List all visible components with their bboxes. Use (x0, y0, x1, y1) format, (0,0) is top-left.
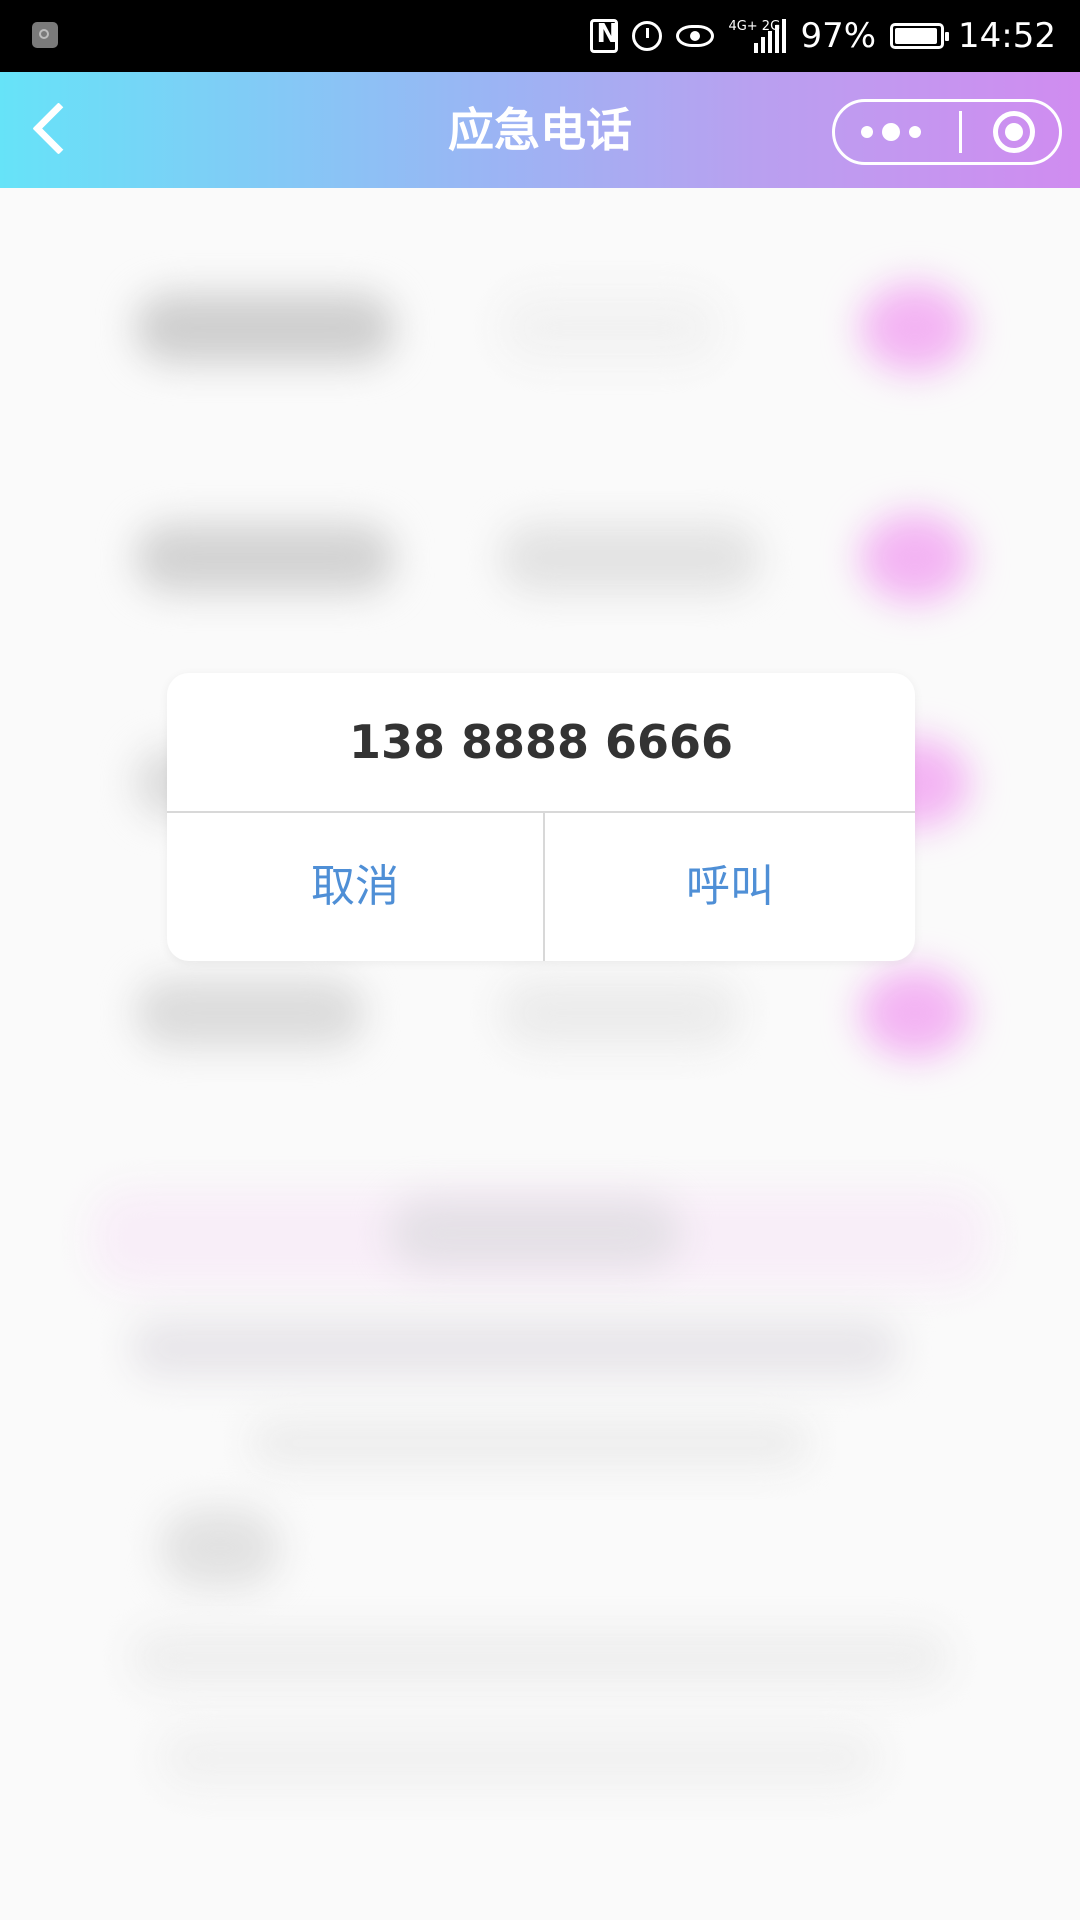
more-dots-icon-right (909, 126, 921, 138)
blurred-call-icon (860, 283, 970, 373)
blurred-call-icon (860, 513, 970, 603)
close-miniprogram-icon[interactable] (993, 111, 1035, 153)
nav-header: 应急电话 (0, 72, 1080, 188)
notification-app-icon (32, 22, 58, 48)
blurred-row-value (500, 293, 720, 363)
blurred-text-line (160, 1728, 880, 1788)
blurred-text-line (160, 1508, 280, 1588)
more-dots-icon (861, 126, 873, 138)
blurred-heading (390, 1198, 680, 1268)
cellular-signal-icon: 4G+ 2G (728, 19, 787, 53)
blurred-row-label (135, 978, 365, 1048)
call-button[interactable]: 呼叫 (545, 813, 915, 961)
phone-number: 138 8888 6666 (348, 715, 734, 769)
blurred-text-line (250, 1418, 810, 1468)
blurred-text-line (130, 1628, 950, 1688)
signal-label: 4G+ 2G (728, 19, 781, 34)
more-options-button[interactable] (861, 102, 921, 162)
blurred-row-value (500, 523, 760, 593)
blurred-row-label (135, 293, 395, 363)
battery-icon (890, 23, 950, 49)
call-confirm-dialog: 138 8888 6666 取消 呼叫 (167, 673, 915, 961)
blurred-text-line (130, 1318, 900, 1378)
cancel-button[interactable]: 取消 (167, 813, 543, 961)
blurred-call-icon (860, 968, 970, 1058)
status-bar: 4G+ 2G 97% 14:52 (0, 0, 1080, 72)
blurred-row-label (135, 523, 395, 593)
nfc-icon (590, 19, 619, 53)
status-icons: 4G+ 2G 97% 14:52 (590, 0, 1056, 72)
blurred-row-value (500, 978, 740, 1048)
more-dots-icon-center (882, 123, 900, 141)
eye-comfort-icon (676, 25, 715, 47)
capsule-divider (959, 111, 962, 153)
battery-percent: 97% (800, 16, 877, 56)
miniprogram-capsule (832, 99, 1062, 165)
blurred-background-list (0, 188, 1080, 1920)
alarm-icon (632, 21, 663, 51)
clock: 14:52 (958, 16, 1056, 56)
